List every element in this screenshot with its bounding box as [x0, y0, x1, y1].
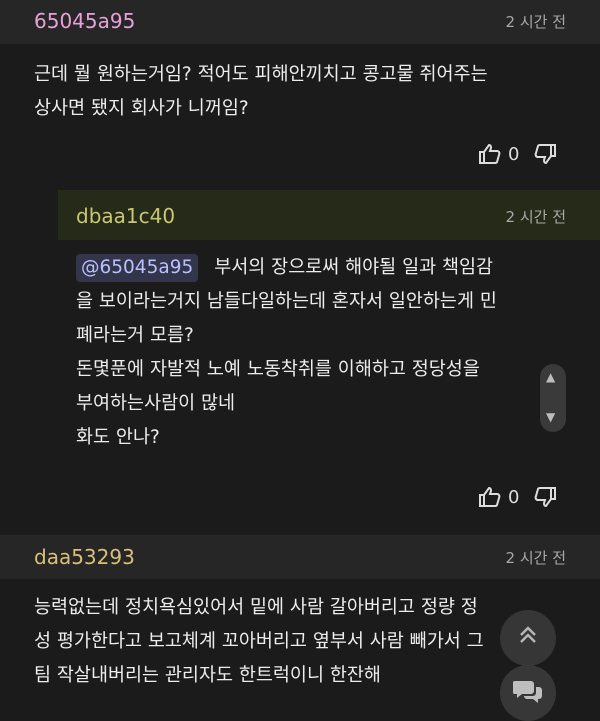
thumbs-up-icon[interactable]	[478, 485, 502, 509]
comment-body: @65045a95 부서의 장으로써 해야될 일과 책임감 을 보이라는거지 남들…	[76, 251, 497, 455]
comment-body: 근데 뭘 원하는거임? 적어도 피해안끼치고 콩고물 쥐어주는 상사면 됐지 회…	[34, 58, 488, 126]
vote-bar: 0	[478, 485, 557, 509]
vote-bar: 0	[478, 142, 557, 166]
scrollbar[interactable]: ▲ ▼	[540, 364, 566, 432]
comment-author[interactable]: daa53293	[34, 545, 135, 569]
scroll-up-icon[interactable]: ▲	[546, 370, 555, 384]
comment-line: 능력없는데 정치욕심있어서 밑에 사람 갈아버리고 정량 정	[34, 597, 478, 618]
comment-author[interactable]: dbaa1c40	[76, 204, 175, 228]
comment-time: 2 시간 전	[505, 13, 566, 31]
comment-1: 65045a95 2 시간 전 근데 뭘 원하는거임? 적어도 피해안끼치고 콩…	[0, 0, 600, 180]
comment-2-reply: dbaa1c40 2 시간 전 @65045a95 부서의 장으로써 해야될 일과…	[0, 190, 600, 520]
chat-icon	[512, 678, 543, 708]
comment-line: 폐라는거 모름?	[76, 325, 194, 346]
scroll-down-icon[interactable]: ▼	[546, 410, 555, 424]
chat-button[interactable]	[500, 665, 556, 721]
scroll-to-top-button[interactable]	[500, 610, 556, 666]
mention-tag[interactable]: @65045a95	[76, 254, 199, 282]
comment-line-text: 부서의 장으로써 해야될 일과 책임감	[214, 257, 494, 278]
like-count: 0	[508, 143, 520, 165]
comment-line: 부여하는사람이 많네	[76, 393, 236, 414]
comment-line: 을 보이라는거지 남들다일하는데 혼자서 일안하는게 민	[76, 291, 497, 312]
comment-line: 팀 작살내버리는 관리자도 한트럭이니 한잔해	[34, 665, 381, 686]
comment-line: 화도 안나?	[76, 427, 160, 448]
chevron-up-icon	[515, 623, 541, 653]
comment-line: 상사면 됐지 회사가 니꺼임?	[34, 98, 249, 119]
thumbs-up-icon[interactable]	[478, 142, 502, 166]
comment-line: 돈몇푼에 자발적 노예 노동착취를 이해하고 정당성을	[76, 359, 480, 380]
comment-line: @65045a95 부서의 장으로써 해야될 일과 책임감	[76, 251, 497, 285]
thumbs-down-icon[interactable]	[533, 485, 557, 509]
comment-line: 성 평가한다고 보고체계 꼬아버리고 옆부서 사람 빼가서 그	[34, 631, 484, 652]
like-count: 0	[508, 486, 520, 508]
comment-author[interactable]: 65045a95	[34, 9, 135, 33]
thumbs-down-icon[interactable]	[533, 142, 557, 166]
comment-line: 근데 뭘 원하는거임? 적어도 피해안끼치고 콩고물 쥐어주는	[34, 64, 488, 85]
comment-time: 2 시간 전	[505, 549, 566, 567]
comment-time: 2 시간 전	[505, 208, 566, 226]
comment-body: 능력없는데 정치욕심있어서 밑에 사람 갈아버리고 정량 정 성 평가한다고 보…	[34, 591, 484, 693]
